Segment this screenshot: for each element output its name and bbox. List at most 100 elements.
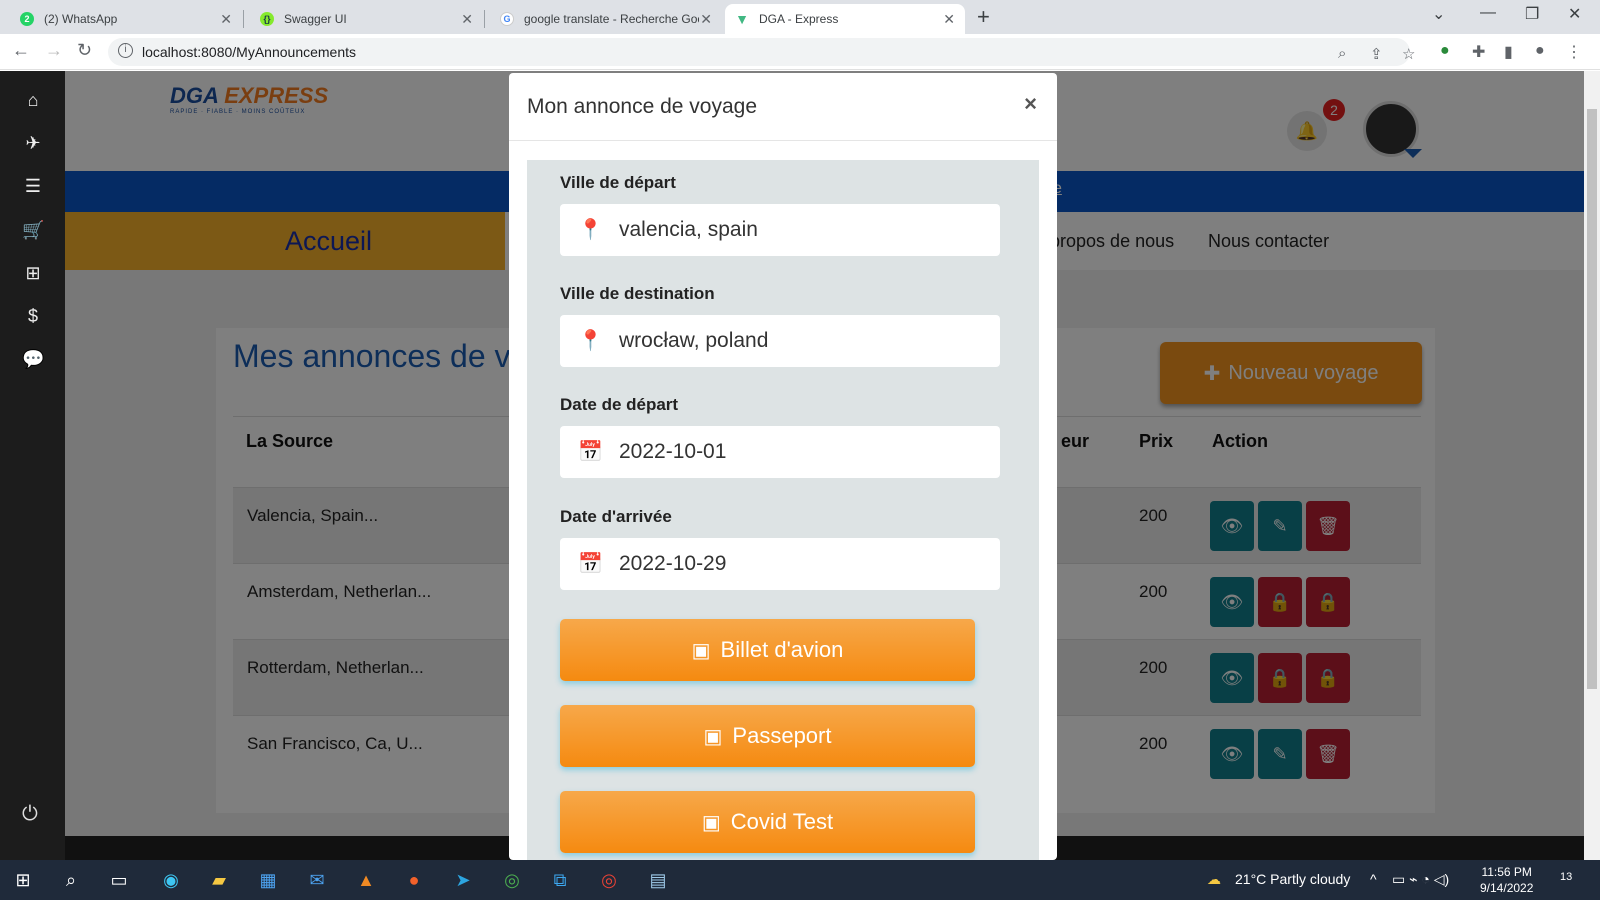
weather-text[interactable]: 21°C Partly cloudy bbox=[1235, 871, 1350, 887]
tab-title: DGA - Express bbox=[759, 12, 839, 26]
close-icon[interactable]: ✕ bbox=[220, 11, 232, 28]
share-icon[interactable]: ⇪ bbox=[1370, 45, 1383, 63]
notification-center-icon[interactable]: 13 bbox=[1560, 871, 1572, 883]
tab-swagger[interactable]: {} Swagger UI ✕ bbox=[250, 4, 483, 34]
covid-test-button[interactable]: ▣ Covid Test bbox=[560, 791, 975, 853]
images-icon: ▣ bbox=[703, 725, 723, 748]
tab-google[interactable]: G google translate - Recherche Goo ✕ bbox=[490, 4, 722, 34]
images-icon: ▣ bbox=[691, 639, 711, 662]
menu-icon[interactable]: ⋮ bbox=[1566, 42, 1582, 62]
swagger-icon: {} bbox=[260, 12, 274, 26]
tab-whatsapp[interactable]: 2 (2) WhatsApp ✕ bbox=[10, 4, 242, 34]
forward-icon[interactable]: → bbox=[45, 40, 63, 61]
scroll-thumb[interactable] bbox=[1587, 109, 1597, 689]
draw-icon[interactable]: ● bbox=[401, 868, 427, 892]
tab-dga-express[interactable]: ▼ DGA - Express ✕ bbox=[725, 4, 965, 34]
mail-icon[interactable]: ✉ bbox=[304, 868, 330, 892]
arrival-date-value: 2022-10-29 bbox=[619, 552, 727, 575]
arrival-date-field[interactable]: 📅 2022-10-29 bbox=[560, 538, 1000, 590]
departure-date-value: 2022-10-01 bbox=[619, 440, 727, 463]
task-view-icon[interactable]: ▭ bbox=[106, 868, 132, 892]
clock-date: 9/14/2022 bbox=[1480, 881, 1534, 895]
extension-icon[interactable]: ● bbox=[1440, 42, 1450, 60]
plane-ticket-label: Billet d'avion bbox=[720, 637, 844, 662]
windows-start-icon[interactable]: ⊞ bbox=[10, 868, 36, 892]
modal-body: Ville de départ 📍 valencia, spain Ville … bbox=[527, 160, 1039, 860]
departure-city-field[interactable]: 📍 valencia, spain bbox=[560, 204, 1000, 256]
tab-title: Swagger UI bbox=[284, 12, 347, 26]
list-icon[interactable]: ☰ bbox=[22, 175, 44, 197]
destination-city-field[interactable]: 📍 wrocław, poland bbox=[560, 315, 1000, 367]
chrome-icon[interactable]: ◎ bbox=[499, 868, 525, 892]
tray-icons[interactable]: ▭ ⌁ ◔ ◁) bbox=[1392, 871, 1449, 888]
sidepanel-icon[interactable]: ▮ bbox=[1504, 42, 1513, 62]
calendar-icon: 📅 bbox=[578, 553, 603, 575]
close-window-button[interactable]: ✕ bbox=[1568, 4, 1581, 24]
page-scrollbar[interactable] bbox=[1584, 71, 1600, 860]
chat-icon[interactable]: 💬 bbox=[22, 348, 44, 370]
sidebar: ⌂ ✈ ☰ 🛒 ⊞ $ 💬 ⏻ bbox=[0, 71, 65, 860]
vscode-icon[interactable]: ⧉ bbox=[547, 868, 573, 892]
reload-icon[interactable]: ↻ bbox=[77, 40, 92, 61]
tab-search-icon[interactable]: ⌄ bbox=[1432, 4, 1445, 24]
arrival-date-label: Date d'arrivée bbox=[560, 507, 672, 526]
file-explorer-icon[interactable]: ▰ bbox=[206, 868, 232, 892]
covid-test-label: Covid Test bbox=[730, 809, 834, 834]
passport-button[interactable]: ▣ Passeport bbox=[560, 705, 975, 767]
passport-label: Passeport bbox=[732, 723, 832, 748]
minimize-button[interactable]: — bbox=[1480, 4, 1496, 22]
departure-city-label: Ville de départ bbox=[560, 173, 676, 192]
power-icon[interactable]: ⏻ bbox=[22, 803, 38, 826]
clock-time: 11:56 PM bbox=[1481, 865, 1532, 879]
chrome-active-icon[interactable]: ◎ bbox=[596, 868, 622, 892]
google-icon: G bbox=[500, 12, 514, 26]
home-icon[interactable]: ⌂ bbox=[22, 89, 44, 111]
profile-icon[interactable]: ● bbox=[1535, 42, 1545, 60]
restore-button[interactable]: ❐ bbox=[1525, 4, 1539, 24]
new-tab-button[interactable]: + bbox=[977, 4, 990, 30]
calculator-icon[interactable]: ▤ bbox=[645, 868, 671, 892]
clock[interactable]: 11:56 PM 9/14/2022 bbox=[1480, 864, 1533, 896]
destination-city-label: Ville de destination bbox=[560, 284, 715, 303]
windows-taskbar: ⊞ ⌕ ▭ ◉ ▰ ▦ ✉ ▲ ● ➤ ◎ ⧉ ◎ ▤ ☁ 21°C Partl… bbox=[0, 860, 1600, 900]
close-icon[interactable]: ✕ bbox=[461, 11, 473, 28]
vlc-icon[interactable]: ▲ bbox=[353, 868, 379, 892]
departure-date-label: Date de départ bbox=[560, 395, 679, 414]
destination-city-value: wrocław, poland bbox=[619, 329, 769, 352]
puzzle-icon[interactable]: ✚ bbox=[1472, 42, 1485, 62]
modal-header: Mon annonce de voyage × bbox=[509, 73, 1057, 141]
telegram-icon[interactable]: ➤ bbox=[450, 868, 476, 892]
close-icon[interactable]: × bbox=[1024, 91, 1037, 117]
edge-icon[interactable]: ◉ bbox=[158, 868, 184, 892]
vue-icon: ▼ bbox=[735, 11, 749, 27]
search-icon[interactable]: ⌕ bbox=[58, 868, 84, 892]
close-icon[interactable]: ✕ bbox=[700, 11, 712, 28]
address-bar-row: ← → ↻ i localhost:8080/MyAnnouncements ⌕… bbox=[0, 34, 1600, 70]
images-icon: ▣ bbox=[701, 811, 721, 834]
tab-title: google translate - Recherche Goo bbox=[524, 12, 699, 26]
calendar-icon: 📅 bbox=[578, 441, 603, 463]
chevron-up-icon[interactable]: ^ bbox=[1370, 871, 1377, 887]
cart-plus-icon[interactable]: ⊞ bbox=[22, 262, 44, 284]
departure-city-value: valencia, spain bbox=[619, 218, 758, 241]
whatsapp-icon: 2 bbox=[20, 12, 34, 26]
tab-title: (2) WhatsApp bbox=[44, 12, 118, 26]
map-marker-icon: 📍 bbox=[578, 330, 603, 352]
trip-modal: Mon annonce de voyage × Ville de départ … bbox=[509, 73, 1057, 860]
plane-ticket-button[interactable]: ▣ Billet d'avion bbox=[560, 619, 975, 681]
site-info-icon[interactable]: i bbox=[118, 43, 133, 58]
plane-icon[interactable]: ✈ bbox=[22, 132, 44, 154]
back-icon[interactable]: ← bbox=[12, 40, 30, 61]
cart-icon[interactable]: 🛒 bbox=[22, 219, 44, 241]
url-input[interactable]: i localhost:8080/MyAnnouncements ⌕ ⇪ ☆ bbox=[108, 38, 1415, 66]
store-icon[interactable]: ▦ bbox=[255, 868, 281, 892]
departure-date-field[interactable]: 📅 2022-10-01 bbox=[560, 426, 1000, 478]
zoom-icon[interactable]: ⌕ bbox=[1338, 45, 1346, 62]
money-icon[interactable]: $ bbox=[22, 305, 44, 327]
bookmark-star-icon[interactable]: ☆ bbox=[1402, 45, 1415, 63]
url-text: localhost:8080/MyAnnouncements bbox=[142, 44, 357, 60]
browser-tab-strip: 2 (2) WhatsApp ✕ {} Swagger UI ✕ G googl… bbox=[0, 0, 1600, 34]
modal-title: Mon annonce de voyage bbox=[527, 95, 758, 118]
close-icon[interactable]: ✕ bbox=[943, 11, 955, 28]
weather-icon: ☁ bbox=[1207, 871, 1221, 887]
